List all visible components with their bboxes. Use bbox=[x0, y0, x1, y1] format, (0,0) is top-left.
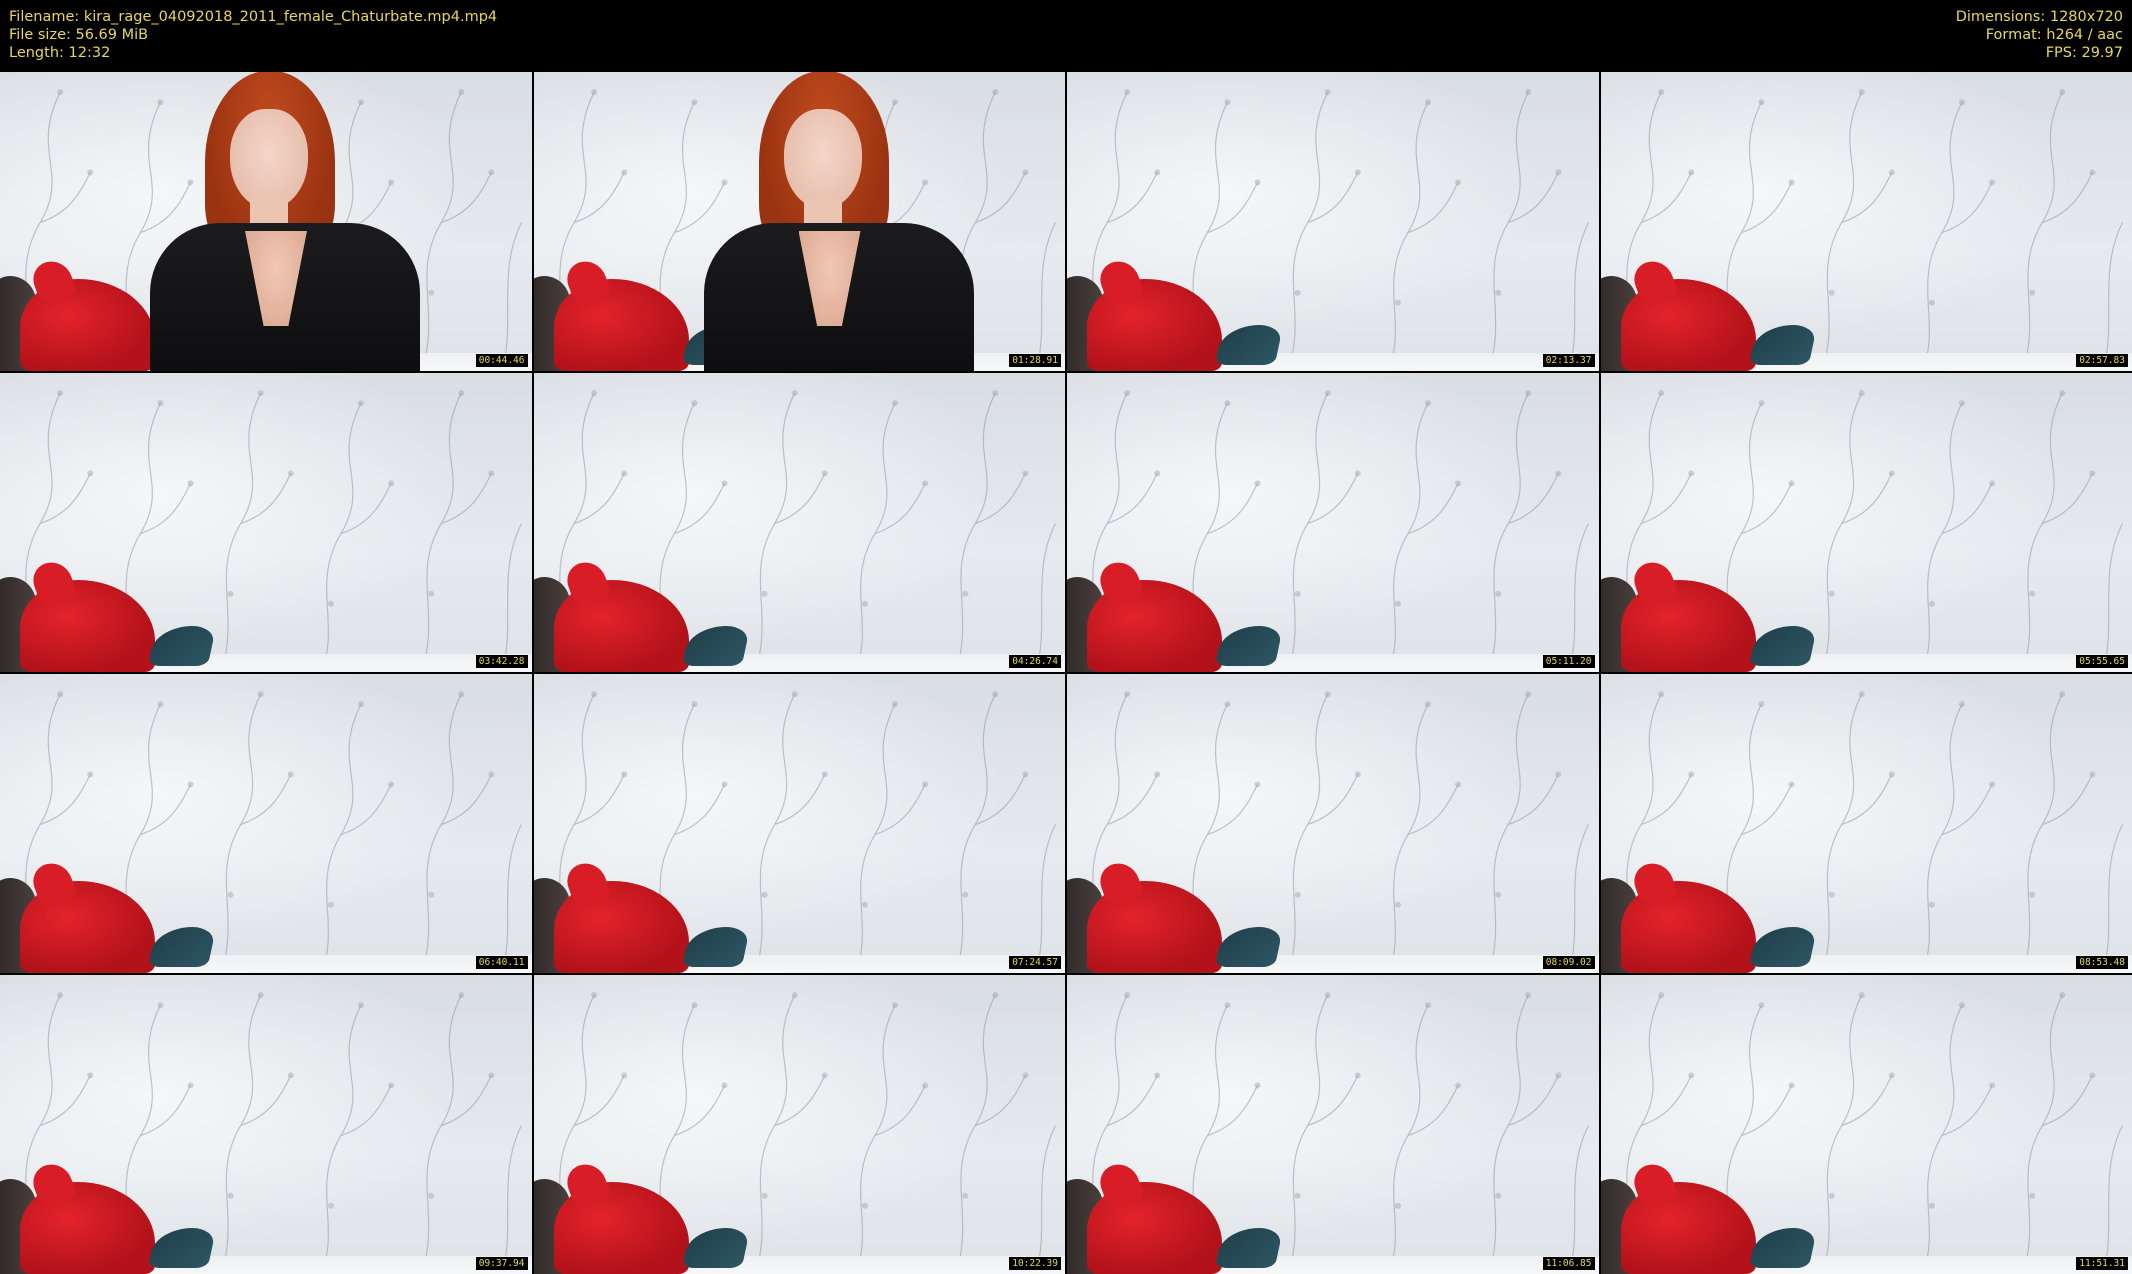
video-thumbnail[interactable]: 01:28.91 bbox=[533, 72, 1065, 371]
timestamp-label: 10:22.39 bbox=[1009, 1257, 1061, 1270]
timestamp-label: 03:42.28 bbox=[475, 655, 528, 668]
video-thumbnail[interactable]: 05:11.20 bbox=[1067, 373, 1599, 672]
format-text: Format: h264 / aac bbox=[1985, 27, 2123, 43]
video-thumbnail[interactable]: 09:37.94 bbox=[0, 975, 532, 1274]
filename-text: Filename: kira_rage_04092018_2011_female… bbox=[9, 9, 498, 25]
video-thumbnail[interactable]: 07:24.57 bbox=[533, 674, 1065, 973]
timestamp-label: 08:09.02 bbox=[1542, 956, 1595, 969]
video-thumbnail[interactable]: 11:06.85 bbox=[1067, 975, 1599, 1274]
thumbnail-grid: 00:44.46 01:28.91 02:13.37 02:57.83 03:4… bbox=[0, 72, 2132, 1274]
person-image bbox=[150, 72, 420, 371]
timestamp-label: 08:53.48 bbox=[2076, 956, 2128, 969]
video-thumbnail[interactable]: 00:44.46 bbox=[0, 72, 532, 371]
filesize-text: File size: 56.69 MiB bbox=[9, 27, 149, 43]
face-shape bbox=[230, 109, 308, 209]
timestamp-label: 11:51.31 bbox=[2076, 1257, 2128, 1270]
timestamp-label: 01:28.91 bbox=[1009, 354, 1061, 367]
contact-sheet-header: Filename: kira_rage_04092018_2011_female… bbox=[0, 0, 2132, 72]
video-thumbnail[interactable]: 08:53.48 bbox=[1600, 674, 2132, 973]
video-thumbnail[interactable]: 06:40.11 bbox=[0, 674, 532, 973]
timestamp-label: 04:26.74 bbox=[1009, 655, 1061, 668]
person-image bbox=[703, 72, 974, 371]
video-thumbnail[interactable]: 02:57.83 bbox=[1600, 72, 2132, 371]
video-thumbnail[interactable]: 03:42.28 bbox=[0, 373, 532, 672]
video-thumbnail[interactable]: 04:26.74 bbox=[533, 373, 1065, 672]
timestamp-label: 02:13.37 bbox=[1542, 354, 1595, 367]
video-info: Dimensions: 1280x720 Format: h264 / aac … bbox=[1956, 8, 2123, 62]
timestamp-label: 00:44.46 bbox=[475, 354, 528, 367]
timestamp-label: 09:37.94 bbox=[475, 1257, 528, 1270]
timestamp-label: 02:57.83 bbox=[2076, 354, 2128, 367]
video-thumbnail[interactable]: 11:51.31 bbox=[1600, 975, 2132, 1274]
timestamp-label: 05:55.65 bbox=[2076, 655, 2128, 668]
video-thumbnail[interactable]: 10:22.39 bbox=[533, 975, 1065, 1274]
video-thumbnail[interactable]: 02:13.37 bbox=[1067, 72, 1599, 371]
timestamp-label: 07:24.57 bbox=[1009, 956, 1061, 969]
timestamp-label: 11:06.85 bbox=[1542, 1257, 1595, 1270]
face-shape bbox=[783, 109, 862, 209]
dimensions-text: Dimensions: 1280x720 bbox=[1955, 9, 2123, 25]
timestamp-label: 06:40.11 bbox=[475, 956, 528, 969]
video-thumbnail[interactable]: 05:55.65 bbox=[1600, 373, 2132, 672]
length-text: Length: 12:32 bbox=[9, 45, 111, 61]
fps-text: FPS: 29.97 bbox=[2045, 45, 2123, 61]
video-thumbnail[interactable]: 08:09.02 bbox=[1067, 674, 1599, 973]
file-info: Filename: kira_rage_04092018_2011_female… bbox=[9, 8, 497, 62]
timestamp-label: 05:11.20 bbox=[1542, 655, 1595, 668]
